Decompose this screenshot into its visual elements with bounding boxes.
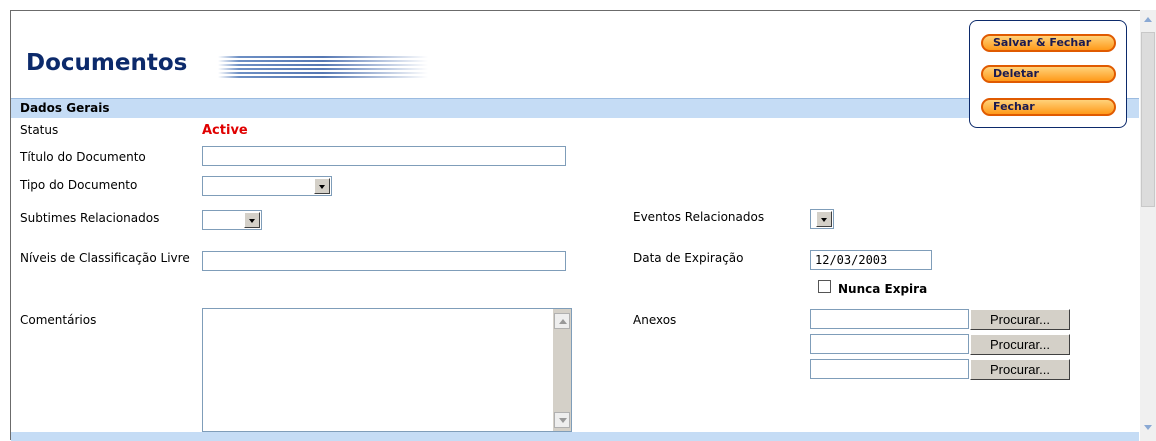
chevron-down-icon[interactable] xyxy=(314,178,330,194)
eventos-label: Eventos Relacionados xyxy=(633,210,765,224)
browse-button-1[interactable]: Procurar... xyxy=(970,309,1070,330)
delete-button[interactable]: Deletar xyxy=(981,65,1116,83)
title-decoration xyxy=(218,56,428,78)
eventos-select[interactable] xyxy=(810,209,834,229)
browse-button-3[interactable]: Procurar... xyxy=(970,359,1070,380)
comentarios-label: Comentários xyxy=(20,313,97,327)
page-title: Documentos xyxy=(26,50,188,76)
anexos-label: Anexos xyxy=(633,313,677,327)
titulo-label: Título do Documento xyxy=(20,150,146,164)
status-label: Status xyxy=(20,123,59,137)
textarea-scrollbar[interactable] xyxy=(553,309,571,431)
expiracao-input[interactable]: 12/03/2003 xyxy=(810,250,932,270)
browse-button-2[interactable]: Procurar... xyxy=(970,334,1070,355)
scroll-down-icon[interactable] xyxy=(1140,420,1156,436)
close-button[interactable]: Fechar xyxy=(981,98,1116,116)
status-value: Active xyxy=(202,123,248,138)
chevron-down-icon[interactable] xyxy=(816,211,832,227)
anexo-file-input-3[interactable] xyxy=(810,359,969,379)
scroll-up-icon[interactable] xyxy=(554,313,570,329)
niveis-label: Níveis de Classificação Livre xyxy=(20,251,190,265)
scroll-down-icon[interactable] xyxy=(554,412,570,428)
subtimes-label: Subtimes Relacionados xyxy=(20,211,160,225)
section-footer-bar xyxy=(11,432,1139,441)
tipo-select[interactable] xyxy=(202,176,332,196)
section-title: Dados Gerais xyxy=(20,101,110,115)
scroll-up-icon[interactable] xyxy=(1140,12,1156,28)
save-close-button[interactable]: Salvar & Fechar xyxy=(981,34,1116,52)
nunca-expira-label[interactable]: Nunca Expira xyxy=(838,282,927,296)
niveis-input[interactable] xyxy=(202,251,566,271)
scrollbar-thumb[interactable] xyxy=(1141,32,1155,207)
tipo-label: Tipo do Documento xyxy=(20,178,138,192)
anexo-file-input-2[interactable] xyxy=(810,334,969,354)
titulo-input[interactable] xyxy=(202,146,566,166)
expiracao-label: Data de Expiração xyxy=(633,251,744,265)
action-panel: Salvar & Fechar Deletar Fechar xyxy=(969,20,1127,128)
chevron-down-icon[interactable] xyxy=(244,212,260,228)
nunca-expira-checkbox[interactable] xyxy=(818,280,831,293)
page-scrollbar[interactable] xyxy=(1140,10,1156,441)
anexo-file-input-1[interactable] xyxy=(810,309,969,329)
comentarios-textarea[interactable] xyxy=(202,308,572,432)
subtimes-select[interactable] xyxy=(202,210,262,230)
